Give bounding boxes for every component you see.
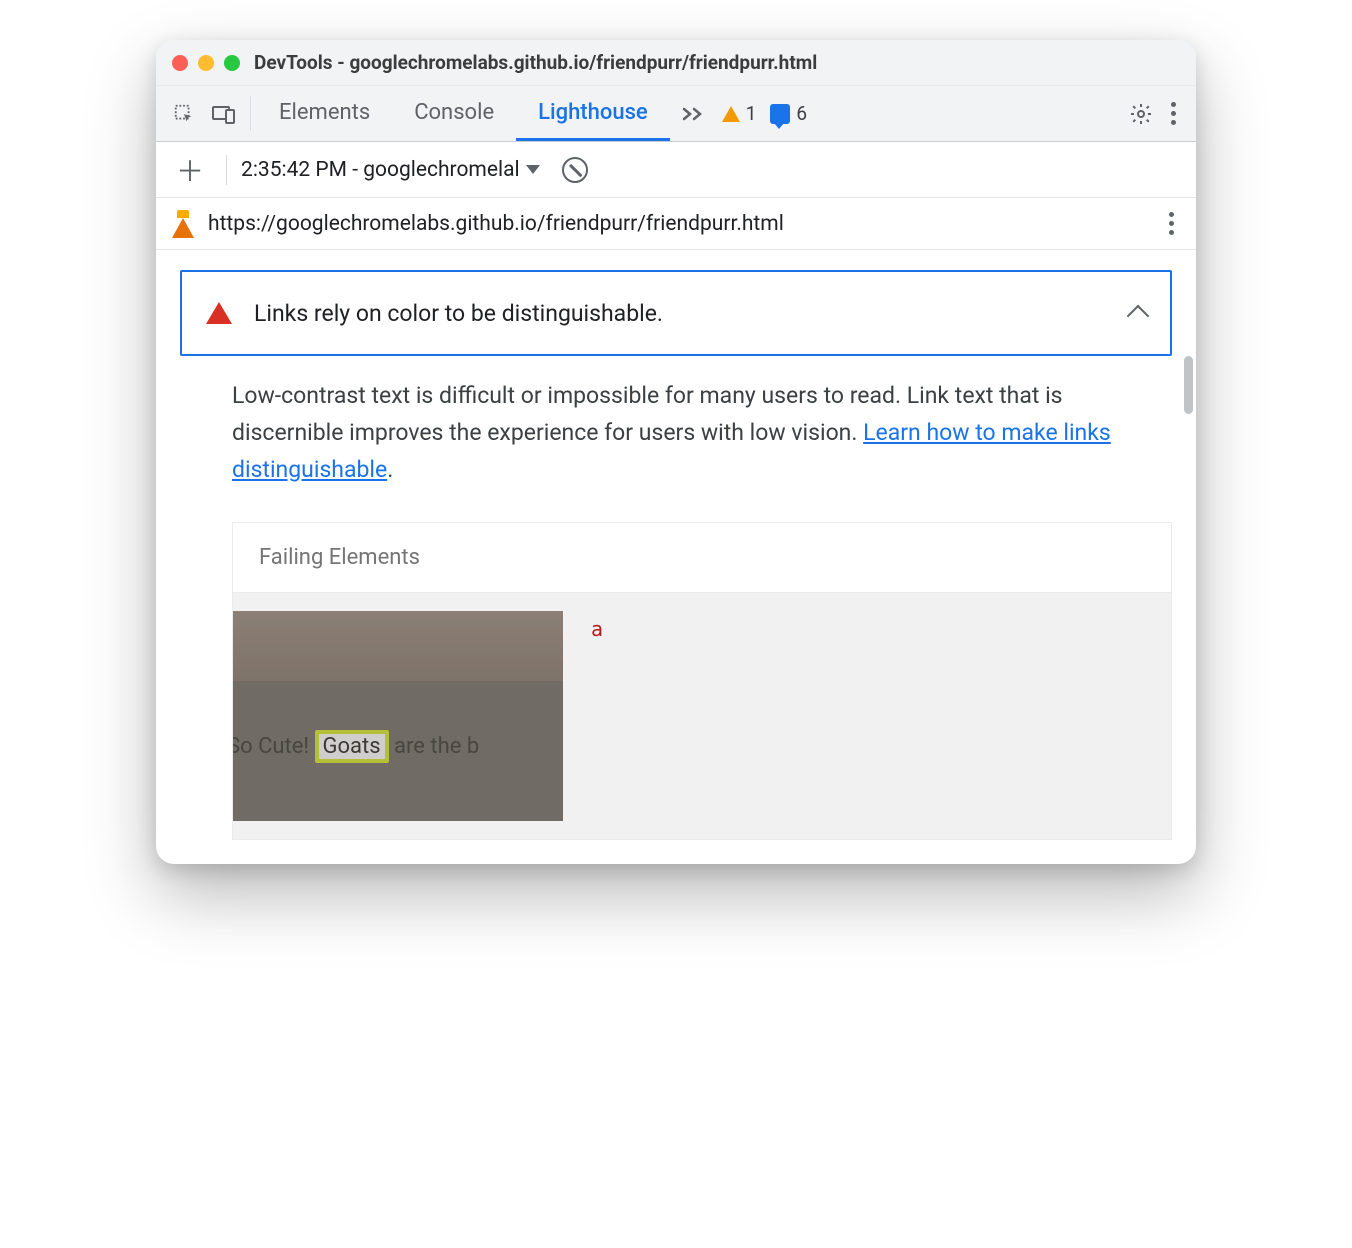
new-report-button[interactable]: ＋ <box>168 150 212 190</box>
tab-elements[interactable]: Elements <box>257 86 392 141</box>
warning-count-value: 1 <box>746 102 757 125</box>
device-toolbar-icon[interactable] <box>204 86 244 141</box>
inspect-element-icon[interactable] <box>164 86 204 141</box>
panel-tabs: Elements Console Lighthouse <box>257 86 670 141</box>
audit-summary[interactable]: Links rely on color to be distinguishabl… <box>180 270 1172 356</box>
dropdown-caret-icon <box>526 165 540 174</box>
report-selector-label: 2:35:42 PM - googlechromelal <box>241 158 520 182</box>
audit-description-post: . <box>387 456 393 483</box>
issues-status[interactable]: 1 6 <box>722 86 807 141</box>
message-count[interactable]: 6 <box>770 102 807 125</box>
message-icon <box>770 104 790 124</box>
scrollbar-thumb[interactable] <box>1184 356 1193 414</box>
report-url-row: https://googlechromelabs.github.io/frien… <box>156 198 1196 250</box>
devtools-toolbar: Elements Console Lighthouse 1 6 <box>156 86 1196 142</box>
titlebar: DevTools - googlechromelabs.github.io/fr… <box>156 40 1196 86</box>
failing-elements-panel: Failing Elements So Cute! Goats are the … <box>232 522 1172 840</box>
audit-description: Low-contrast text is difficult or imposs… <box>180 378 1172 488</box>
warning-icon <box>722 106 740 122</box>
more-options-icon[interactable] <box>1165 96 1182 131</box>
lighthouse-toolbar: ＋ 2:35:42 PM - googlechromelal <box>156 142 1196 198</box>
more-tabs-button[interactable] <box>670 86 716 141</box>
settings-icon[interactable] <box>1129 102 1153 126</box>
tab-lighthouse[interactable]: Lighthouse <box>516 86 670 141</box>
message-count-value: 6 <box>796 102 807 125</box>
minimize-window-button[interactable] <box>198 55 214 71</box>
separator <box>226 155 227 185</box>
lighthouse-icon <box>172 210 194 238</box>
chevron-up-icon <box>1127 305 1150 328</box>
report-selector[interactable]: 2:35:42 PM - googlechromelal <box>241 158 540 182</box>
zoom-window-button[interactable] <box>224 55 240 71</box>
report-options-icon[interactable] <box>1163 206 1180 241</box>
element-tag[interactable]: a <box>591 611 603 641</box>
report-url: https://googlechromelabs.github.io/frien… <box>208 212 1149 236</box>
clear-report-icon[interactable] <box>562 157 588 183</box>
warning-count[interactable]: 1 <box>722 102 757 125</box>
failing-elements-header: Failing Elements <box>233 523 1171 593</box>
devtools-window: DevTools - googlechromelabs.github.io/fr… <box>156 40 1196 864</box>
fail-icon <box>206 302 232 324</box>
separator <box>250 96 251 131</box>
traffic-lights <box>172 55 240 71</box>
element-thumbnail[interactable]: So Cute! Goats are the b <box>233 611 563 821</box>
failing-elements-body: So Cute! Goats are the b a <box>233 593 1171 839</box>
close-window-button[interactable] <box>172 55 188 71</box>
audit-title: Links rely on color to be distinguishabl… <box>254 300 1108 327</box>
report-content: Links rely on color to be distinguishabl… <box>156 250 1196 864</box>
window-title: DevTools - googlechromelabs.github.io/fr… <box>254 51 817 74</box>
tab-console[interactable]: Console <box>392 86 516 141</box>
